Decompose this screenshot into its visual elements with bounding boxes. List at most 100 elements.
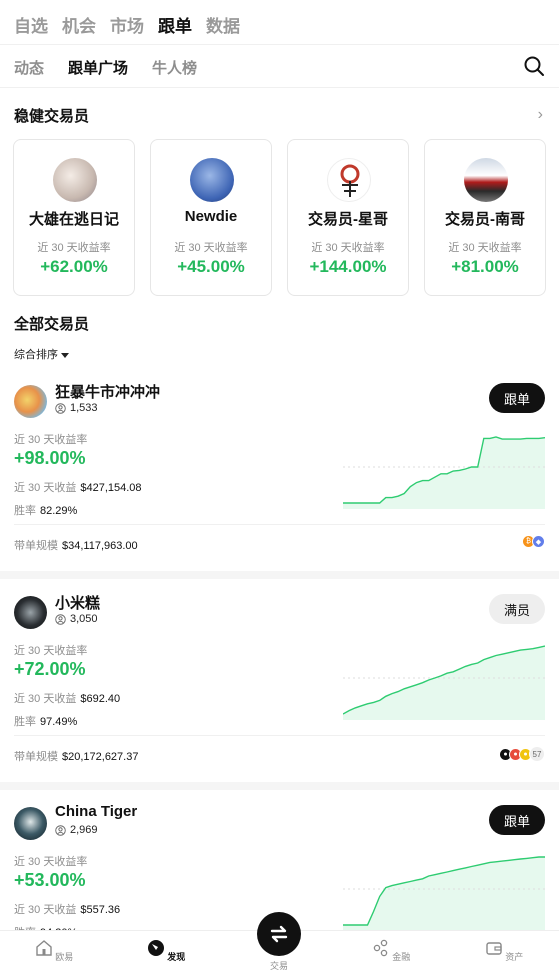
copy-trade-button[interactable]: 跟单 — [489, 805, 545, 835]
avatar — [53, 158, 97, 202]
trader-name: 小米糕 — [55, 595, 101, 612]
follower-count: 3,050 — [55, 613, 98, 625]
pnl-label: 近 30 天收益 — [14, 693, 77, 705]
stable-trader-card[interactable]: 大雄在逃日记 近 30 天收益率 +62.00% — [13, 139, 135, 296]
scale-label: 带单规模 — [14, 751, 58, 763]
sub-tab-copy-plaza[interactable]: 跟单广场 — [68, 57, 128, 78]
roi-label: 近 30 天收益率 — [14, 434, 88, 446]
coin-list: ₿ ◆ — [522, 535, 545, 548]
swap-icon — [270, 925, 288, 943]
nav-discover[interactable]: 发现 — [136, 939, 196, 963]
sparkline-area — [343, 857, 545, 931]
nav-label: 资产 — [505, 952, 524, 962]
avatar — [14, 385, 47, 418]
nav-finance[interactable]: 金融 — [361, 939, 421, 963]
follower-count: 1,533 — [55, 402, 98, 414]
top-tab-favorites[interactable]: 自选 — [14, 12, 48, 37]
finance-icon — [373, 939, 387, 957]
top-tab-market[interactable]: 市场 — [110, 12, 144, 37]
win-rate-value: 82.29% — [40, 505, 78, 517]
sort-dropdown[interactable]: 综合排序 — [14, 346, 69, 362]
roi-label: 近 30 天收益率 — [14, 856, 88, 868]
stable-trader-card[interactable]: Newdie 近 30 天收益率 +45.00% — [150, 139, 272, 296]
pnl-value: $692.40 — [80, 693, 121, 705]
trader-card[interactable]: 小米糕 3,050 满员 近 30 天收益率 +72.00% 近 30 天收益 $… — [0, 592, 559, 790]
follower-value: 1,533 — [70, 402, 98, 414]
follower-value: 2,969 — [70, 824, 98, 836]
nav-label: 发现 — [167, 952, 186, 962]
sparkline-area — [343, 437, 545, 509]
pnl-sparkline — [343, 645, 545, 720]
stable-section-title: 稳健交易员 — [14, 108, 90, 125]
more-coins-badge: 57 — [529, 746, 545, 762]
avatar — [190, 158, 234, 202]
roi-label: 近 30 天收益率 — [37, 242, 111, 254]
caret-down-icon — [61, 352, 69, 358]
stable-trader-card[interactable]: 交易员-南哥 近 30 天收益率 +81.00% — [424, 139, 546, 296]
pnl-sparkline — [343, 856, 545, 931]
win-rate-label: 胜率 — [14, 716, 36, 728]
scale-value: $20,172,627.37 — [62, 751, 139, 763]
win-rate-row: 胜率 97.49% — [14, 713, 77, 729]
sort-label: 综合排序 — [14, 349, 58, 361]
trader-name: 大雄在逃日记 — [28, 211, 119, 228]
wallet-icon — [486, 942, 502, 955]
copy-trade-button[interactable]: 跟单 — [489, 383, 545, 413]
nav-trade[interactable]: 交易 — [249, 959, 309, 972]
win-rate-value: 97.49% — [40, 716, 78, 728]
nav-assets[interactable]: 资产 — [474, 939, 534, 963]
top-tab-copy-trading[interactable]: 跟单 — [158, 12, 192, 37]
scale-row: 带单规模 $20,172,627.37 — [14, 748, 138, 764]
pnl-label: 近 30 天收益 — [14, 482, 77, 494]
roi-label: 近 30 天收益率 — [311, 242, 385, 254]
pnl-label: 近 30 天收益 — [14, 904, 77, 916]
scale-row: 带单规模 $34,117,963.00 — [14, 537, 138, 553]
roi-label: 近 30 天收益率 — [448, 242, 522, 254]
scale-value: $34,117,963.00 — [62, 540, 138, 552]
section-gap — [0, 571, 559, 579]
follower-count: 2,969 — [55, 824, 98, 836]
nav-label: 交易 — [269, 961, 288, 971]
roi-value: +53.00% — [14, 870, 86, 890]
divider — [0, 87, 559, 88]
sub-tab-leaderboard[interactable]: 牛人榜 — [152, 57, 197, 78]
trader-name: 交易员-南哥 — [445, 211, 525, 228]
win-rate-row: 胜率 82.29% — [14, 502, 77, 518]
full-status-button[interactable]: 满员 — [489, 594, 545, 624]
nav-okx[interactable]: 欧易 — [24, 939, 84, 963]
coin-list: ● ● ● 57 — [499, 746, 545, 762]
sub-tab-feed[interactable]: 动态 — [14, 57, 44, 78]
divider — [14, 524, 545, 525]
compass-icon — [147, 940, 164, 956]
win-rate-label: 胜率 — [14, 505, 36, 517]
roi-value: +62.00% — [40, 257, 108, 276]
pnl-value: $557.36 — [80, 904, 121, 916]
top-tab-opportunities[interactable]: 机会 — [62, 12, 96, 37]
section-gap — [0, 782, 559, 790]
trader-name: 狂暴牛市冲冲冲 — [55, 384, 161, 401]
top-tab-data[interactable]: 数据 — [206, 12, 240, 37]
trader-name: China Tiger — [55, 803, 138, 820]
stable-trader-card[interactable]: 交易员-星哥 近 30 天收益率 +144.00% — [287, 139, 409, 296]
pnl-sparkline — [343, 436, 545, 509]
roi-value: +72.00% — [14, 659, 86, 679]
nav-label: 金融 — [392, 952, 411, 962]
screen: 自选 机会 市场 跟单 数据 动态 跟单广场 牛人榜 稳健交易员 › 大雄在逃日… — [0, 0, 559, 978]
search-icon[interactable] — [523, 55, 545, 77]
roi-value: +45.00% — [177, 257, 245, 276]
pnl-row: 近 30 天收益 $557.36 — [14, 901, 120, 917]
home-icon — [36, 940, 52, 956]
trade-fab-button[interactable] — [257, 912, 301, 956]
roi-value: +144.00% — [309, 257, 387, 276]
user-icon — [55, 613, 66, 625]
pnl-row: 近 30 天收益 $692.40 — [14, 690, 120, 706]
nav-label: 欧易 — [55, 952, 74, 962]
ethereum-icon: ◆ — [532, 535, 545, 548]
chevron-right-icon[interactable]: › — [538, 106, 543, 124]
trader-card[interactable]: 狂暴牛市冲冲冲 1,533 跟单 近 30 天收益率 +98.00% 近 30 … — [0, 381, 559, 579]
user-icon — [55, 824, 66, 836]
avatar — [14, 596, 47, 629]
roi-label: 近 30 天收益率 — [174, 242, 248, 254]
avatar — [14, 807, 47, 840]
all-traders-title: 全部交易员 — [14, 316, 90, 333]
